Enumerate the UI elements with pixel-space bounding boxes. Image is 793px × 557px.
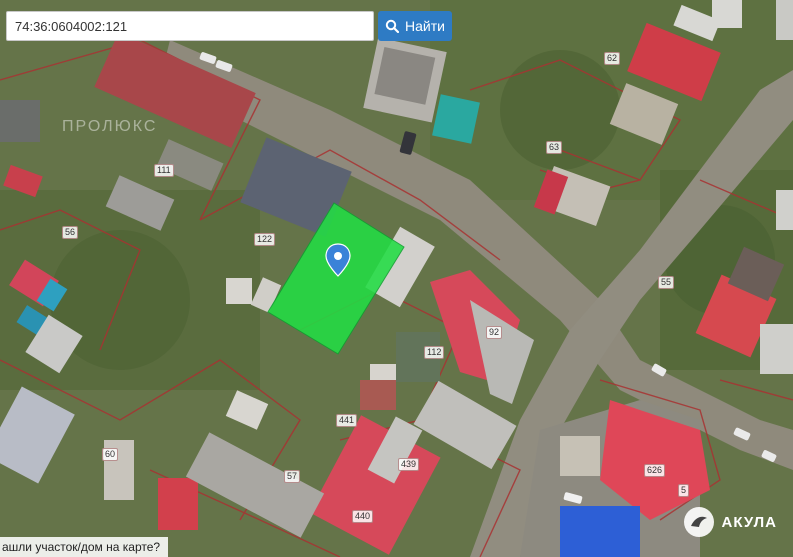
find-button[interactable]: Найти bbox=[378, 11, 452, 41]
cadastral-search-input[interactable] bbox=[7, 12, 373, 40]
brand-logo: АКУЛА bbox=[683, 507, 777, 537]
brand-name: АКУЛА bbox=[721, 513, 777, 531]
plot-label[interactable]: 92 bbox=[486, 326, 503, 339]
agency-watermark: ПРОЛЮКС bbox=[62, 118, 158, 135]
plot-label[interactable]: 63 bbox=[546, 141, 563, 154]
search-icon bbox=[385, 19, 400, 33]
plot-label[interactable]: 111 bbox=[154, 164, 174, 177]
shark-icon bbox=[683, 507, 714, 537]
search-bar[interactable] bbox=[6, 11, 374, 41]
plot-label[interactable]: 626 bbox=[644, 464, 666, 477]
plot-label[interactable]: 441 bbox=[336, 414, 358, 427]
plot-label[interactable]: 55 bbox=[658, 276, 675, 289]
plot-label[interactable]: 122 bbox=[254, 233, 276, 246]
plot-label[interactable]: 60 bbox=[102, 448, 119, 461]
help-link[interactable]: ашли участок/дом на карте? bbox=[0, 537, 168, 557]
find-button-label: Найти bbox=[405, 18, 445, 34]
plot-label[interactable]: 112 bbox=[424, 346, 445, 359]
plot-label[interactable]: 62 bbox=[604, 52, 621, 65]
plot-label[interactable]: 440 bbox=[352, 510, 374, 523]
satellite-map[interactable] bbox=[0, 0, 793, 557]
plot-label[interactable]: 5 bbox=[678, 484, 690, 497]
plot-label[interactable]: 57 bbox=[284, 470, 301, 483]
plot-label[interactable]: 56 bbox=[62, 226, 79, 239]
plot-label[interactable]: 439 bbox=[398, 458, 420, 471]
